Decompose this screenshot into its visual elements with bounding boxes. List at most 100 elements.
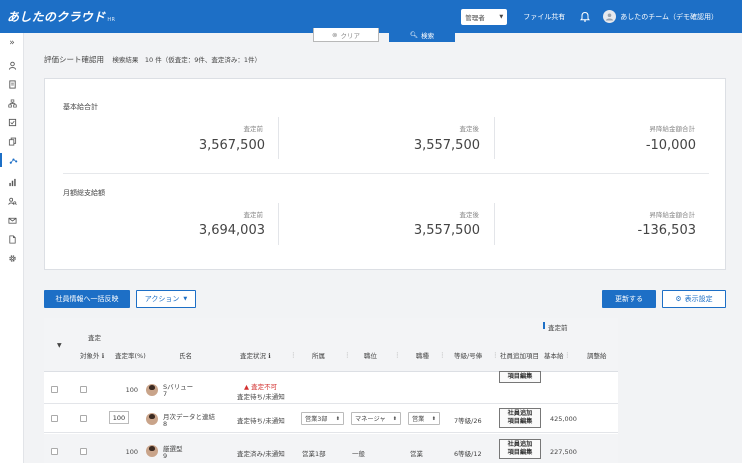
monthly-diff-label: 昇降給金額合計 [649, 211, 696, 219]
position-value: 一般 [352, 450, 365, 458]
employee-name[interactable]: 月次データと連結 [163, 411, 215, 421]
rate-input[interactable]: 100 [109, 411, 129, 424]
team-name[interactable]: あしたのチーム（デモ確認用） [620, 12, 718, 22]
job-value: 営業 [410, 450, 423, 458]
person-icon[interactable] [0, 58, 24, 72]
base-before-value: 3,567,500 [198, 138, 265, 153]
column-resize-handle[interactable]: ⋮ [564, 351, 571, 359]
base-before-label: 査定前 [243, 125, 264, 133]
employee-number: 9 [163, 452, 168, 460]
employee-name[interactable]: Sバリュー [163, 381, 193, 391]
base-pay-title: 基本給合計 [63, 103, 98, 111]
employee-number: 8 [163, 420, 168, 428]
expand-sidebar-icon[interactable]: » [0, 36, 24, 50]
row-select-checkbox[interactable] [51, 415, 58, 422]
user-search-icon[interactable] [0, 194, 24, 208]
gear-icon: ⚙ [675, 295, 682, 303]
search-button[interactable]: 🔍︎ 検索 [389, 28, 455, 42]
th-name[interactable]: 氏名 [179, 350, 192, 360]
warning-icon: ▲ [244, 383, 249, 391]
clear-button[interactable]: ⊗ クリア [313, 28, 379, 42]
th-status[interactable]: 査定状況 ℹ [240, 350, 271, 360]
table-row[interactable]: 100 月次データと連結 8 査定待ち/未通知 営業3部 ⬍ マネージャ ⬍ 営業 ⬍… [44, 405, 618, 433]
edit-extra-button[interactable]: 社員追加 項目編集 [499, 439, 541, 459]
th-target-2[interactable]: 対象外 ℹ [80, 350, 104, 360]
th-rate[interactable]: 査定率(%) [115, 350, 146, 360]
status-text: 査定済み/未通知 [237, 450, 285, 458]
th-grade[interactable]: 等級/号俸 [454, 350, 482, 360]
edit-extra-button[interactable]: 社員追加 項目編集 [499, 408, 541, 428]
section-divider [63, 173, 709, 174]
monthly-after-label: 査定後 [459, 211, 480, 219]
gear-icon[interactable] [0, 251, 24, 265]
status-text: 査定待ち/未通知 [237, 417, 285, 425]
column-resize-handle[interactable]: ⋮ [394, 351, 401, 359]
column-resize-handle[interactable]: ⋮ [492, 351, 499, 359]
divider [278, 117, 279, 159]
evaluation-table: 査定前 ▼ 査定 対象外 ℹ 査定率(%) 氏名 査定状況 ℹ ⋮ 所属 ⋮ 職… [44, 318, 618, 463]
document-icon[interactable] [0, 77, 24, 91]
column-resize-handle[interactable]: ⋮ [344, 351, 351, 359]
group-marker [543, 322, 545, 329]
table-row[interactable]: 100 Sバリュー 7 ▲ 査定不可 査定待ち/未通知 項目編集 [44, 371, 618, 404]
caret-down-icon: ▼ [183, 296, 188, 302]
row-select-checkbox[interactable] [51, 386, 58, 393]
action-dropdown[interactable]: アクション ▼ [136, 290, 196, 308]
mail-icon[interactable] [0, 213, 24, 227]
employee-avatar [146, 413, 158, 425]
update-button[interactable]: 更新する [602, 290, 656, 308]
monthly-before-value: 3,694,003 [198, 223, 265, 238]
bar-chart-icon[interactable] [0, 175, 24, 189]
copy-icon[interactable] [0, 134, 24, 148]
base-diff-label: 昇降給金額合計 [649, 125, 696, 133]
exclude-checkbox[interactable] [80, 448, 87, 455]
divider [494, 117, 495, 159]
bulk-transfer-button[interactable]: 社員情報へ一括反映 [44, 290, 130, 308]
employee-avatar [146, 445, 158, 457]
grade-value: 6等級/12 [454, 450, 482, 458]
org-chart-icon[interactable] [0, 96, 24, 110]
column-resize-handle[interactable]: ⋮ [439, 351, 446, 359]
file-icon[interactable] [0, 232, 24, 246]
dept-value: 営業1部 [302, 450, 326, 458]
th-job[interactable]: 職種 [416, 350, 429, 360]
app-logo[interactable]: あしたのクラウド HR [0, 8, 115, 25]
sheet-title: 評価シート確認用 [44, 55, 104, 64]
column-resize-handle[interactable]: ⋮ [290, 351, 297, 359]
sort-toggle-icon[interactable]: ▼ [57, 342, 62, 349]
job-select[interactable]: 営業 ⬍ [408, 412, 440, 425]
info-icon[interactable]: ℹ [268, 352, 270, 360]
divider [494, 203, 495, 245]
th-position[interactable]: 職位 [364, 350, 377, 360]
checklist-icon[interactable] [0, 115, 24, 129]
evaluation-icon[interactable] [0, 153, 24, 167]
th-base-pay[interactable]: 基本給 [544, 350, 564, 360]
user-avatar-icon[interactable] [603, 10, 617, 23]
summary-card: 基本給合計 査定前 3,567,500 査定後 3,557,500 昇降給金額合… [44, 78, 726, 270]
exclude-checkbox[interactable] [80, 386, 87, 393]
search-icon: 🔍︎ [409, 31, 419, 39]
rate-value: 100 [125, 448, 138, 456]
caret-down-icon: ⬍ [431, 415, 436, 422]
th-adjust[interactable]: 調整給 [587, 350, 607, 360]
role-select[interactable]: 管理者 ▼ [461, 8, 508, 25]
dept-select[interactable]: 営業3部 ⬍ [301, 412, 344, 425]
rate-value: 100 [125, 386, 138, 394]
row-select-checkbox[interactable] [51, 448, 58, 455]
th-extra[interactable]: 社員追加項目 [500, 350, 539, 360]
status-warning: ▲ 査定不可 [244, 383, 278, 391]
th-dept[interactable]: 所属 [312, 350, 325, 360]
display-settings-button[interactable]: ⚙ 表示設定 [662, 290, 726, 308]
base-pay-value: 425,000 [550, 415, 577, 423]
exclude-checkbox[interactable] [80, 415, 87, 422]
th-target-1: 査定 [88, 334, 101, 342]
table-row[interactable]: 100 厳選型 9 査定済み/未通知 営業1部 一般 営業 6等級/12 社員追… [44, 434, 618, 463]
position-select[interactable]: マネージャ ⬍ [351, 412, 401, 425]
bell-icon[interactable] [579, 11, 591, 23]
divider [278, 203, 279, 245]
file-share-link[interactable]: ファイル共有 [523, 12, 565, 22]
edit-extra-button[interactable]: 項目編集 [499, 371, 541, 383]
info-icon[interactable]: ℹ [102, 352, 104, 360]
clear-icon: ⊗ [332, 30, 338, 39]
base-pay-value: 227,500 [550, 448, 577, 456]
